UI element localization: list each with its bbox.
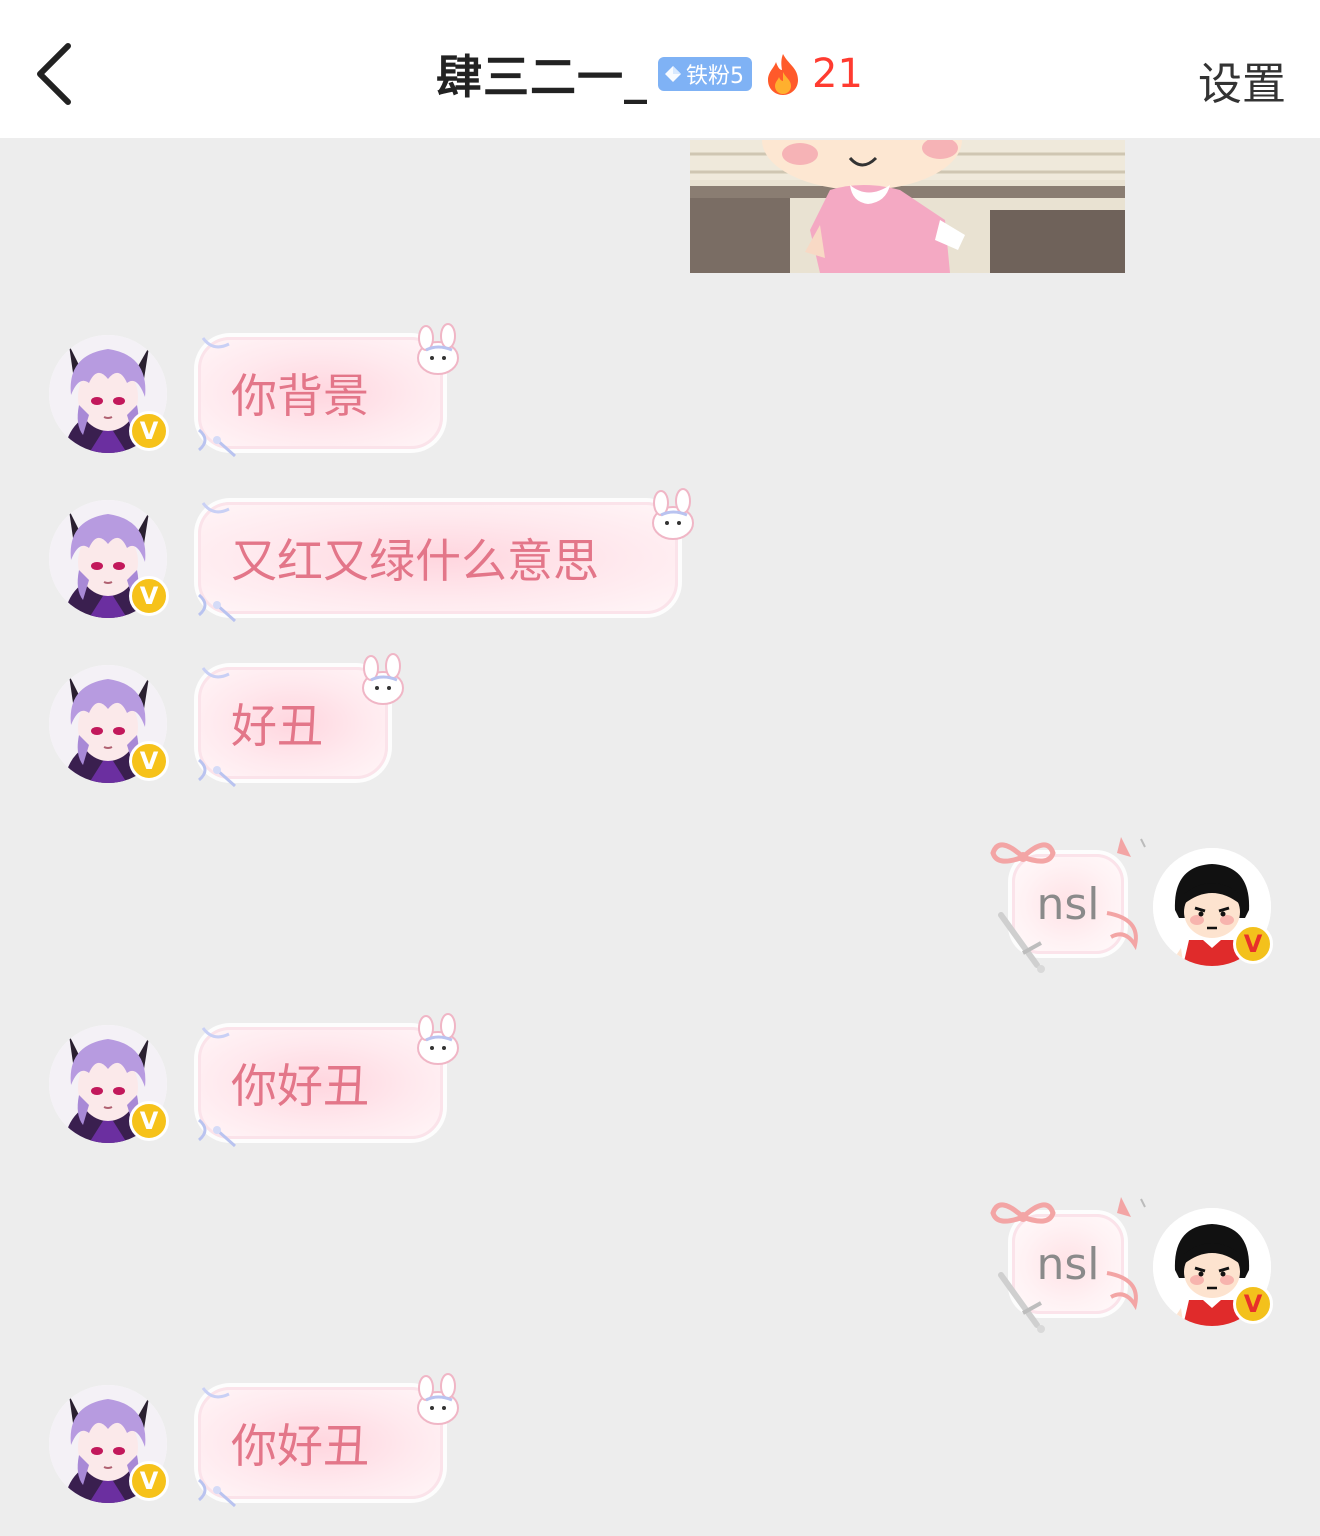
chat-page: 肆三二一_ 铁粉5 21 设置 V 你背景 V 又红又绿什么意思 V 好丑 V … (0, 0, 1320, 1536)
message-text: nsl (1036, 1238, 1100, 1290)
back-button[interactable] (28, 36, 88, 108)
ribbon-decoration-icon (197, 593, 236, 623)
ribbon-decoration-icon (201, 337, 230, 349)
message-text: 好丑 (231, 699, 323, 753)
verified-v-icon: V (1233, 924, 1273, 964)
verified-badge-letter: V (139, 1467, 159, 1495)
verified-badge-letter: V (139, 582, 159, 610)
message-text: 你背景 (231, 369, 369, 423)
message-text: 你好丑 (231, 1419, 369, 1473)
ribbon-decoration-icon (201, 1387, 230, 1399)
contact-avatar[interactable]: V (49, 1385, 169, 1503)
bunny-sticker-icon (417, 1373, 459, 1425)
bunny-sticker-icon (417, 1013, 459, 1065)
contact-avatar[interactable]: V (49, 335, 169, 453)
ribbon-decoration-icon (201, 1027, 230, 1039)
my-avatar[interactable]: V (1153, 848, 1273, 966)
received-message-bubble[interactable]: 又红又绿什么意思 (197, 488, 694, 623)
verified-badge-letter: V (139, 417, 159, 445)
received-message-bubble[interactable]: 你背景 (197, 323, 459, 458)
message-text: 你好丑 (231, 1059, 369, 1113)
ribbon-tail-decoration-icon (1106, 837, 1146, 951)
received-message-bubble[interactable]: 好丑 (197, 653, 404, 788)
my-avatar[interactable]: V (1153, 1208, 1273, 1326)
verified-v-icon: V (129, 411, 169, 451)
sent-message-bubble[interactable]: nsl (990, 837, 1146, 973)
verified-v-icon: V (129, 1101, 169, 1141)
verified-v-icon: V (129, 576, 169, 616)
verified-badge-letter: V (1243, 930, 1263, 958)
verified-badge-letter: V (1243, 1290, 1263, 1318)
ribbon-decoration-icon (197, 1118, 236, 1148)
chat-header: 肆三二一_ 铁粉5 21 设置 (0, 0, 1320, 138)
chat-title-group[interactable]: 肆三二一_ 铁粉5 21 (436, 44, 863, 104)
sent-message-bubble[interactable]: nsl (990, 1197, 1146, 1333)
fan-level-badge: 铁粉5 (658, 57, 752, 91)
ribbon-decoration-icon (197, 1478, 236, 1508)
ribbon-decoration-icon (201, 667, 230, 679)
message-text: 又红又绿什么意思 (231, 534, 599, 588)
fire-icon (768, 54, 798, 95)
bunny-sticker-icon (362, 653, 404, 705)
ribbon-decoration-icon (197, 758, 236, 788)
received-message-bubble[interactable]: 你好丑 (197, 1013, 459, 1148)
verified-badge-letter: V (139, 747, 159, 775)
contact-avatar[interactable]: V (49, 665, 169, 783)
intimacy-streak: 21 (764, 51, 863, 97)
fan-level-label: 铁粉5 (686, 64, 744, 89)
ribbon-tail-decoration-icon (1106, 1197, 1146, 1311)
settings-button[interactable]: 设置 (1198, 48, 1286, 112)
verified-v-icon: V (129, 741, 169, 781)
received-message-bubble[interactable]: 你好丑 (197, 1373, 459, 1508)
diamond-icon (665, 66, 681, 82)
verified-v-icon: V (1233, 1284, 1273, 1324)
verified-v-icon: V (129, 1461, 169, 1501)
image-message[interactable] (690, 140, 1125, 273)
contact-avatar[interactable]: V (49, 1025, 169, 1143)
bunny-sticker-icon (417, 323, 459, 375)
streak-count: 21 (812, 51, 863, 97)
message-text: nsl (1036, 878, 1100, 930)
chat-title: 肆三二一_ (436, 50, 648, 104)
cartoon-girl-image (690, 140, 1125, 273)
ribbon-decoration-icon (197, 428, 236, 458)
bunny-sticker-icon (652, 488, 694, 540)
chevron-left-icon (37, 43, 71, 105)
ribbon-decoration-icon (201, 502, 230, 514)
verified-badge-letter: V (139, 1107, 159, 1135)
contact-avatar[interactable]: V (49, 500, 169, 618)
